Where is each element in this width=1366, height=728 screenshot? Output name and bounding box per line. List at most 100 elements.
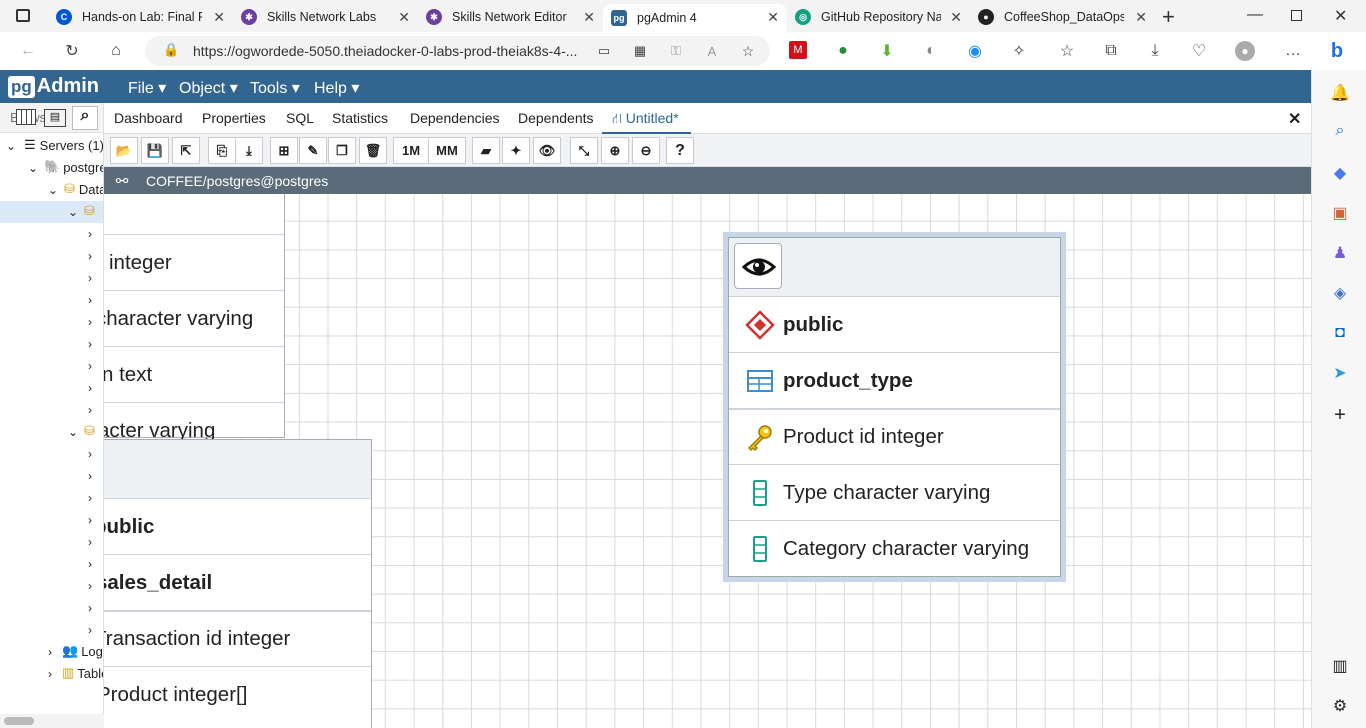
show-details-button[interactable]: 👁	[533, 137, 561, 164]
column-row[interactable]: Product integer[]	[104, 666, 371, 722]
column-row-primary-key[interactable]: Product id integer	[729, 408, 1060, 464]
extension-globe-icon[interactable]: ●	[833, 41, 853, 61]
horizontal-scrollbar[interactable]	[0, 714, 104, 728]
chevron-right-icon[interactable]: ›	[88, 381, 92, 395]
search-icon[interactable]: ⌕	[1329, 120, 1351, 142]
browser-tab-active[interactable]: pg pgAdmin 4 ✕	[603, 4, 787, 32]
chevron-down-icon[interactable]: ⌄	[28, 161, 38, 175]
menu-file[interactable]: File ▾	[128, 78, 166, 98]
tree-databases[interactable]: ⛁Databases	[64, 179, 103, 199]
browser-tab[interactable]: ● CoffeeShop_DataOps/✕	[970, 4, 1155, 30]
chevron-right-icon[interactable]: ›	[88, 359, 92, 373]
zoom-in-button[interactable]: ⊕	[601, 137, 629, 164]
settings-icon[interactable]: ⚙	[1329, 695, 1351, 717]
properties-grid-icon[interactable]	[16, 109, 36, 125]
chevron-right-icon[interactable]: ›	[48, 645, 52, 659]
chevron-down-icon[interactable]: ⌄	[68, 205, 78, 219]
connection-icon[interactable]: ⚯	[104, 172, 140, 190]
add-table-button[interactable]: ⊞	[270, 137, 298, 164]
tree-login-roles[interactable]: 👥Login/Group Roles	[62, 641, 103, 661]
chevron-right-icon[interactable]: ›	[88, 535, 92, 549]
column-row[interactable]: Transaction id integer	[104, 610, 371, 666]
chevron-right-icon[interactable]: ›	[88, 315, 92, 329]
chevron-right-icon[interactable]: ›	[48, 667, 52, 681]
add-note-button[interactable]: ▰	[472, 137, 500, 164]
chevron-right-icon[interactable]: ›	[88, 623, 92, 637]
close-window-icon[interactable]: ✕	[1334, 6, 1347, 26]
erd-table-product-type[interactable]: public product_type Product id integer T…	[728, 237, 1061, 577]
close-tab-icon[interactable]: ✕	[398, 9, 410, 26]
browser-tab[interactable]: ◎ GitHub Repository Nar ✕	[787, 4, 970, 30]
new-tab-icon[interactable]: +	[1162, 4, 1175, 30]
tab-dashboard[interactable]: Dashboard	[114, 110, 183, 126]
chevron-right-icon[interactable]: ›	[88, 557, 92, 571]
tab-dependencies[interactable]: Dependencies	[410, 110, 500, 126]
menu-tools[interactable]: Tools ▾	[250, 78, 300, 98]
games-icon[interactable]: ♟	[1329, 242, 1351, 264]
zoom-out-button[interactable]: ⊖	[632, 137, 660, 164]
drop-table-button[interactable]: 🗑	[359, 137, 387, 164]
chevron-right-icon[interactable]: ›	[88, 249, 92, 263]
clone-table-button[interactable]: ❐	[328, 137, 356, 164]
erd-table-sales-detail[interactable]: public sales_detail Transaction id integ…	[104, 439, 372, 728]
downloads-icon[interactable]: ⤓	[1145, 41, 1165, 61]
download-image-button[interactable]: ⤓	[235, 137, 263, 164]
chevron-right-icon[interactable]: ›	[88, 447, 92, 461]
chevron-right-icon[interactable]: ›	[88, 337, 92, 351]
profile-avatar[interactable]: ●	[1235, 41, 1255, 61]
performance-icon[interactable]: ♡	[1189, 41, 1209, 61]
close-tab-icon[interactable]: ✕	[213, 9, 225, 26]
close-tab-icon[interactable]: ✕	[767, 9, 779, 26]
save-button[interactable]: 💾	[141, 137, 169, 164]
extension-shazam-icon[interactable]: ◉	[965, 41, 985, 61]
erd-canvas[interactable]: integer character varying n text acter v…	[104, 194, 1311, 728]
one-to-many-button[interactable]: 1M	[393, 137, 429, 164]
browser-tab[interactable]: C Hands-on Lab: Final Pr ✕	[48, 4, 233, 30]
favorites-icon[interactable]: ☆	[1057, 41, 1077, 61]
tree-tablespaces[interactable]: ▥Tablespaces	[62, 663, 103, 683]
help-button[interactable]: ?	[666, 137, 694, 164]
close-tab-icon[interactable]: ✕	[1135, 9, 1147, 26]
menu-help[interactable]: Help ▾	[314, 78, 359, 98]
tab-properties[interactable]: Properties	[202, 110, 266, 126]
telegram-icon[interactable]: ➤	[1329, 362, 1351, 384]
column-row[interactable]: Type character varying	[729, 464, 1060, 520]
refresh-icon[interactable]: ↻	[62, 41, 82, 61]
chevron-down-icon[interactable]: ⌄	[6, 139, 16, 153]
edit-table-button[interactable]: ✎	[299, 137, 327, 164]
close-tab-icon[interactable]: ✕	[950, 9, 962, 26]
open-file-button[interactable]: 📂	[110, 137, 138, 164]
qr-icon[interactable]: ▦	[630, 41, 650, 61]
add-icon[interactable]: +	[1329, 404, 1351, 426]
chevron-right-icon[interactable]: ›	[88, 579, 92, 593]
zoom-to-fit-button[interactable]: ⤡	[570, 137, 598, 164]
tab-erd-untitled[interactable]: ⛙ Untitled*	[602, 103, 691, 134]
extension-grammarly-icon[interactable]: ◐	[921, 41, 941, 61]
column-row[interactable]: character varying	[104, 290, 284, 346]
chevron-right-icon[interactable]: ›	[88, 227, 92, 241]
column-row[interactable]: integer	[104, 234, 284, 290]
tree-servers[interactable]: ☰ Servers (1)	[24, 135, 103, 155]
browser-tab[interactable]: ✱ Skills Network Labs ✕	[233, 4, 418, 30]
app-available-icon[interactable]: ▭	[594, 41, 614, 61]
search-objects-icon[interactable]: ⌕	[72, 106, 98, 130]
chevron-right-icon[interactable]: ›	[88, 601, 92, 615]
auto-align-button[interactable]: ✦	[502, 137, 530, 164]
tab-actions-icon[interactable]	[16, 9, 30, 22]
outlook-icon[interactable]: ◘	[1329, 322, 1351, 344]
tab-sql[interactable]: SQL	[286, 110, 314, 126]
favorite-add-icon[interactable]: ☆	[738, 41, 758, 61]
column-row[interactable]: Category character varying	[729, 520, 1060, 576]
browser-tab[interactable]: ✱ Skills Network Editor ✕	[418, 4, 603, 30]
chevron-down-icon[interactable]: ⌄	[68, 425, 78, 439]
close-tab-icon[interactable]: ✕	[583, 9, 595, 26]
chevron-down-icon[interactable]: ⌄	[48, 183, 58, 197]
chevron-right-icon[interactable]: ›	[88, 271, 92, 285]
read-aloud-icon[interactable]: A	[702, 41, 722, 61]
eye-icon[interactable]	[734, 243, 782, 289]
chevron-right-icon[interactable]: ›	[88, 491, 92, 505]
office-icon[interactable]: ◈	[1329, 282, 1351, 304]
tools-icon[interactable]: ▣	[1329, 202, 1351, 224]
chevron-right-icon[interactable]: ›	[88, 513, 92, 527]
copilot-icon[interactable]: b	[1327, 40, 1347, 62]
